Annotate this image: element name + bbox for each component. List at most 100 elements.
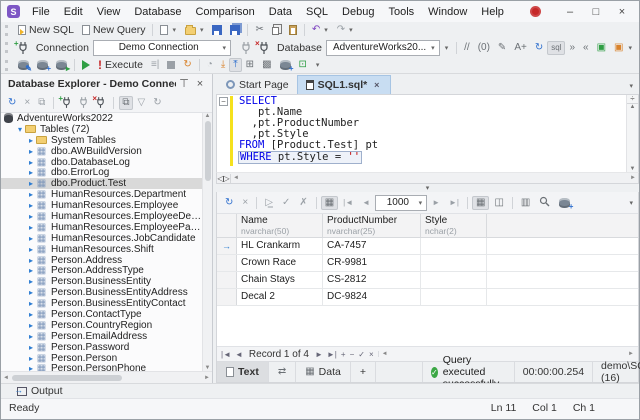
grid-cell[interactable]: Chain Stays	[237, 272, 323, 288]
query-builder-button[interactable]: ⊞	[242, 58, 258, 72]
expand-arrow-icon[interactable]: ▸	[26, 179, 36, 188]
menu-sql[interactable]: SQL	[299, 4, 335, 20]
parameters-button[interactable]: (0)	[474, 41, 494, 55]
scroll-up-icon[interactable]: ▲	[630, 104, 636, 110]
menu-view[interactable]: View	[90, 4, 128, 20]
expand-arrow-icon[interactable]: ▸	[26, 364, 36, 371]
grid-cell[interactable]	[421, 255, 487, 271]
paste-button[interactable]	[285, 23, 301, 37]
export-data-button[interactable]: ⤒	[229, 58, 241, 72]
stop-button[interactable]	[163, 59, 179, 71]
tree-item-humanresources-employee[interactable]: ▸▦HumanResources.Employee	[1, 200, 202, 211]
open-file-button[interactable]: ▾	[181, 23, 209, 37]
delete-button[interactable]: ×	[21, 96, 33, 110]
indent-increase-button[interactable]: »	[565, 41, 579, 55]
next-record-button[interactable]: ►	[315, 350, 323, 359]
tree-item-person-addresstype[interactable]: ▸▦Person.AddressType	[1, 265, 202, 276]
tree-item-dbo-errorlog[interactable]: ▸▦dbo.ErrorLog	[1, 167, 202, 178]
expand-arrow-icon[interactable]: ▸	[26, 354, 36, 363]
font-size-button[interactable]: A+	[510, 41, 531, 55]
database-select[interactable]: AdventureWorks20... ▾	[326, 40, 440, 56]
tree-item-dbo-product-test[interactable]: ▸▦dbo.Product.Test	[1, 178, 202, 189]
column-visibility-button[interactable]: ▥	[517, 196, 534, 210]
copy-button[interactable]	[268, 23, 285, 37]
split-editor-handle[interactable]: ◁▷	[217, 174, 231, 183]
expand-arrow-icon[interactable]: ▸	[26, 136, 36, 145]
tree-item-person-businessentityaddress[interactable]: ▸▦Person.BusinessEntityAddress	[1, 287, 202, 298]
toolbar-grip[interactable]	[5, 42, 10, 53]
tree-item-humanresources-department[interactable]: ▸▦HumanResources.Department	[1, 189, 202, 200]
scroll-left-icon[interactable]: ◄	[382, 351, 388, 357]
expand-arrow-icon[interactable]: ▸	[26, 288, 36, 297]
grid-cell[interactable]	[421, 272, 487, 288]
tree-item-person-person[interactable]: ▸▦Person.Person	[1, 353, 202, 364]
tree-item-dbo-databaselog[interactable]: ▸▦dbo.DatabaseLog	[1, 157, 202, 168]
menu-debug[interactable]: Debug	[335, 4, 381, 20]
next-page-button[interactable]: ►	[428, 196, 444, 210]
scroll-right-icon[interactable]: ►	[628, 351, 634, 357]
last-page-button[interactable]: ►|	[445, 196, 463, 210]
expand-arrow-icon[interactable]: ▸	[26, 310, 36, 319]
column-header-style[interactable]: Style nchar(2)	[421, 214, 487, 237]
expand-arrow-icon[interactable]: ▸	[26, 299, 36, 308]
add-result-tab-button[interactable]: +	[351, 362, 376, 382]
expand-arrow-icon[interactable]: ▸	[26, 201, 36, 210]
prev-page-button[interactable]: ◄	[358, 196, 374, 210]
scroll-up-icon[interactable]: ▲	[205, 113, 211, 119]
grid-row[interactable]: Chain StaysCS-2812	[217, 272, 638, 289]
toolbar-grip[interactable]	[5, 25, 10, 36]
editor-vertical-scrollbar[interactable]: ÷ ▲ ▼	[626, 95, 638, 172]
column-header-name[interactable]: Name nvarchar(50)	[237, 214, 323, 237]
expand-arrow-icon[interactable]: ▸	[26, 277, 36, 286]
code-fold-icon[interactable]: −	[219, 97, 228, 106]
expand-arrow-icon[interactable]: ▸	[26, 212, 36, 221]
snippet-button[interactable]: ▣	[610, 41, 627, 55]
query-profiler-button[interactable]: ◔	[203, 58, 217, 72]
menu-database[interactable]: Database	[127, 4, 188, 20]
indent-decrease-button[interactable]: «	[579, 41, 593, 55]
grid-cell[interactable]: HL Crankarm	[237, 238, 323, 254]
output-bar[interactable]: Output	[1, 383, 639, 398]
tree-item-humanresources-jobcandidate[interactable]: ▸▦HumanResources.JobCandidate	[1, 233, 202, 244]
prev-record-button[interactable]: ◄	[235, 350, 243, 359]
toolbar-overflow-icon[interactable]: ▾	[315, 61, 321, 69]
first-record-button[interactable]: |◄	[221, 350, 231, 359]
toolbar-overflow-icon[interactable]: ▾	[628, 199, 634, 207]
menu-file[interactable]: File	[25, 4, 57, 20]
grid-row[interactable]: →HL CrankarmCA-7457	[217, 238, 638, 255]
maximize-button[interactable]: □	[583, 3, 609, 20]
import-data-button[interactable]: ⤓	[217, 58, 229, 72]
grid-cell[interactable]: Decal 2	[237, 289, 323, 305]
card-view-button[interactable]: ◫	[490, 196, 507, 210]
tree-item-humanresources-employeepayhistory[interactable]: ▸▦HumanResources.EmployeePayHistory	[1, 222, 202, 233]
save-button[interactable]	[208, 23, 226, 37]
object-viewer-button[interactable]: ↻	[150, 96, 164, 110]
new-sql-button[interactable]: New SQL	[14, 22, 78, 38]
new-query-button[interactable]: New Query	[78, 22, 150, 38]
close-panel-button[interactable]: ×	[192, 76, 208, 91]
tree-item-tables-72-[interactable]: ▾Tables (72)	[1, 124, 202, 135]
explorer-new-connection-button[interactable]: +	[59, 95, 74, 110]
master-detail-button[interactable]	[276, 58, 295, 72]
scrollbar-thumb[interactable]	[12, 375, 122, 381]
scroll-down-icon[interactable]: ▼	[205, 365, 211, 371]
cancel-refresh-button[interactable]: ×	[238, 196, 252, 210]
redo-button[interactable]: ↷▾	[333, 23, 358, 37]
rename-button[interactable]: ✎	[494, 41, 510, 55]
grid-cell[interactable]	[421, 289, 487, 305]
tree-item-person-personphone[interactable]: ▸▦Person.PersonPhone	[1, 363, 202, 371]
save-all-button[interactable]	[226, 23, 244, 37]
column-header-productnumber[interactable]: ProductNumber nvarchar(25)	[323, 214, 421, 237]
sql-editor[interactable]: − SELECT pt.Name ,pt.ProductNumber ,pt.S…	[216, 94, 639, 172]
grid-row[interactable]: Crown RaceCR-9981	[217, 255, 638, 272]
apply-changes-button[interactable]: ▷̲	[261, 196, 277, 210]
export-grid-button[interactable]	[555, 196, 574, 210]
reject-changes-button[interactable]: ✗	[295, 196, 311, 210]
expand-arrow-icon[interactable]: ▸	[26, 321, 36, 330]
connection-select[interactable]: Demo Connection ▾	[93, 40, 231, 56]
tab-data[interactable]: ▦ Data	[296, 362, 351, 382]
data-reports-button[interactable]: ⊡	[295, 58, 311, 72]
new-database-button[interactable]	[33, 58, 52, 72]
tree-item-system-tables[interactable]: ▸System Tables	[1, 135, 202, 146]
refresh-explorer-button[interactable]: ↻	[5, 96, 19, 110]
